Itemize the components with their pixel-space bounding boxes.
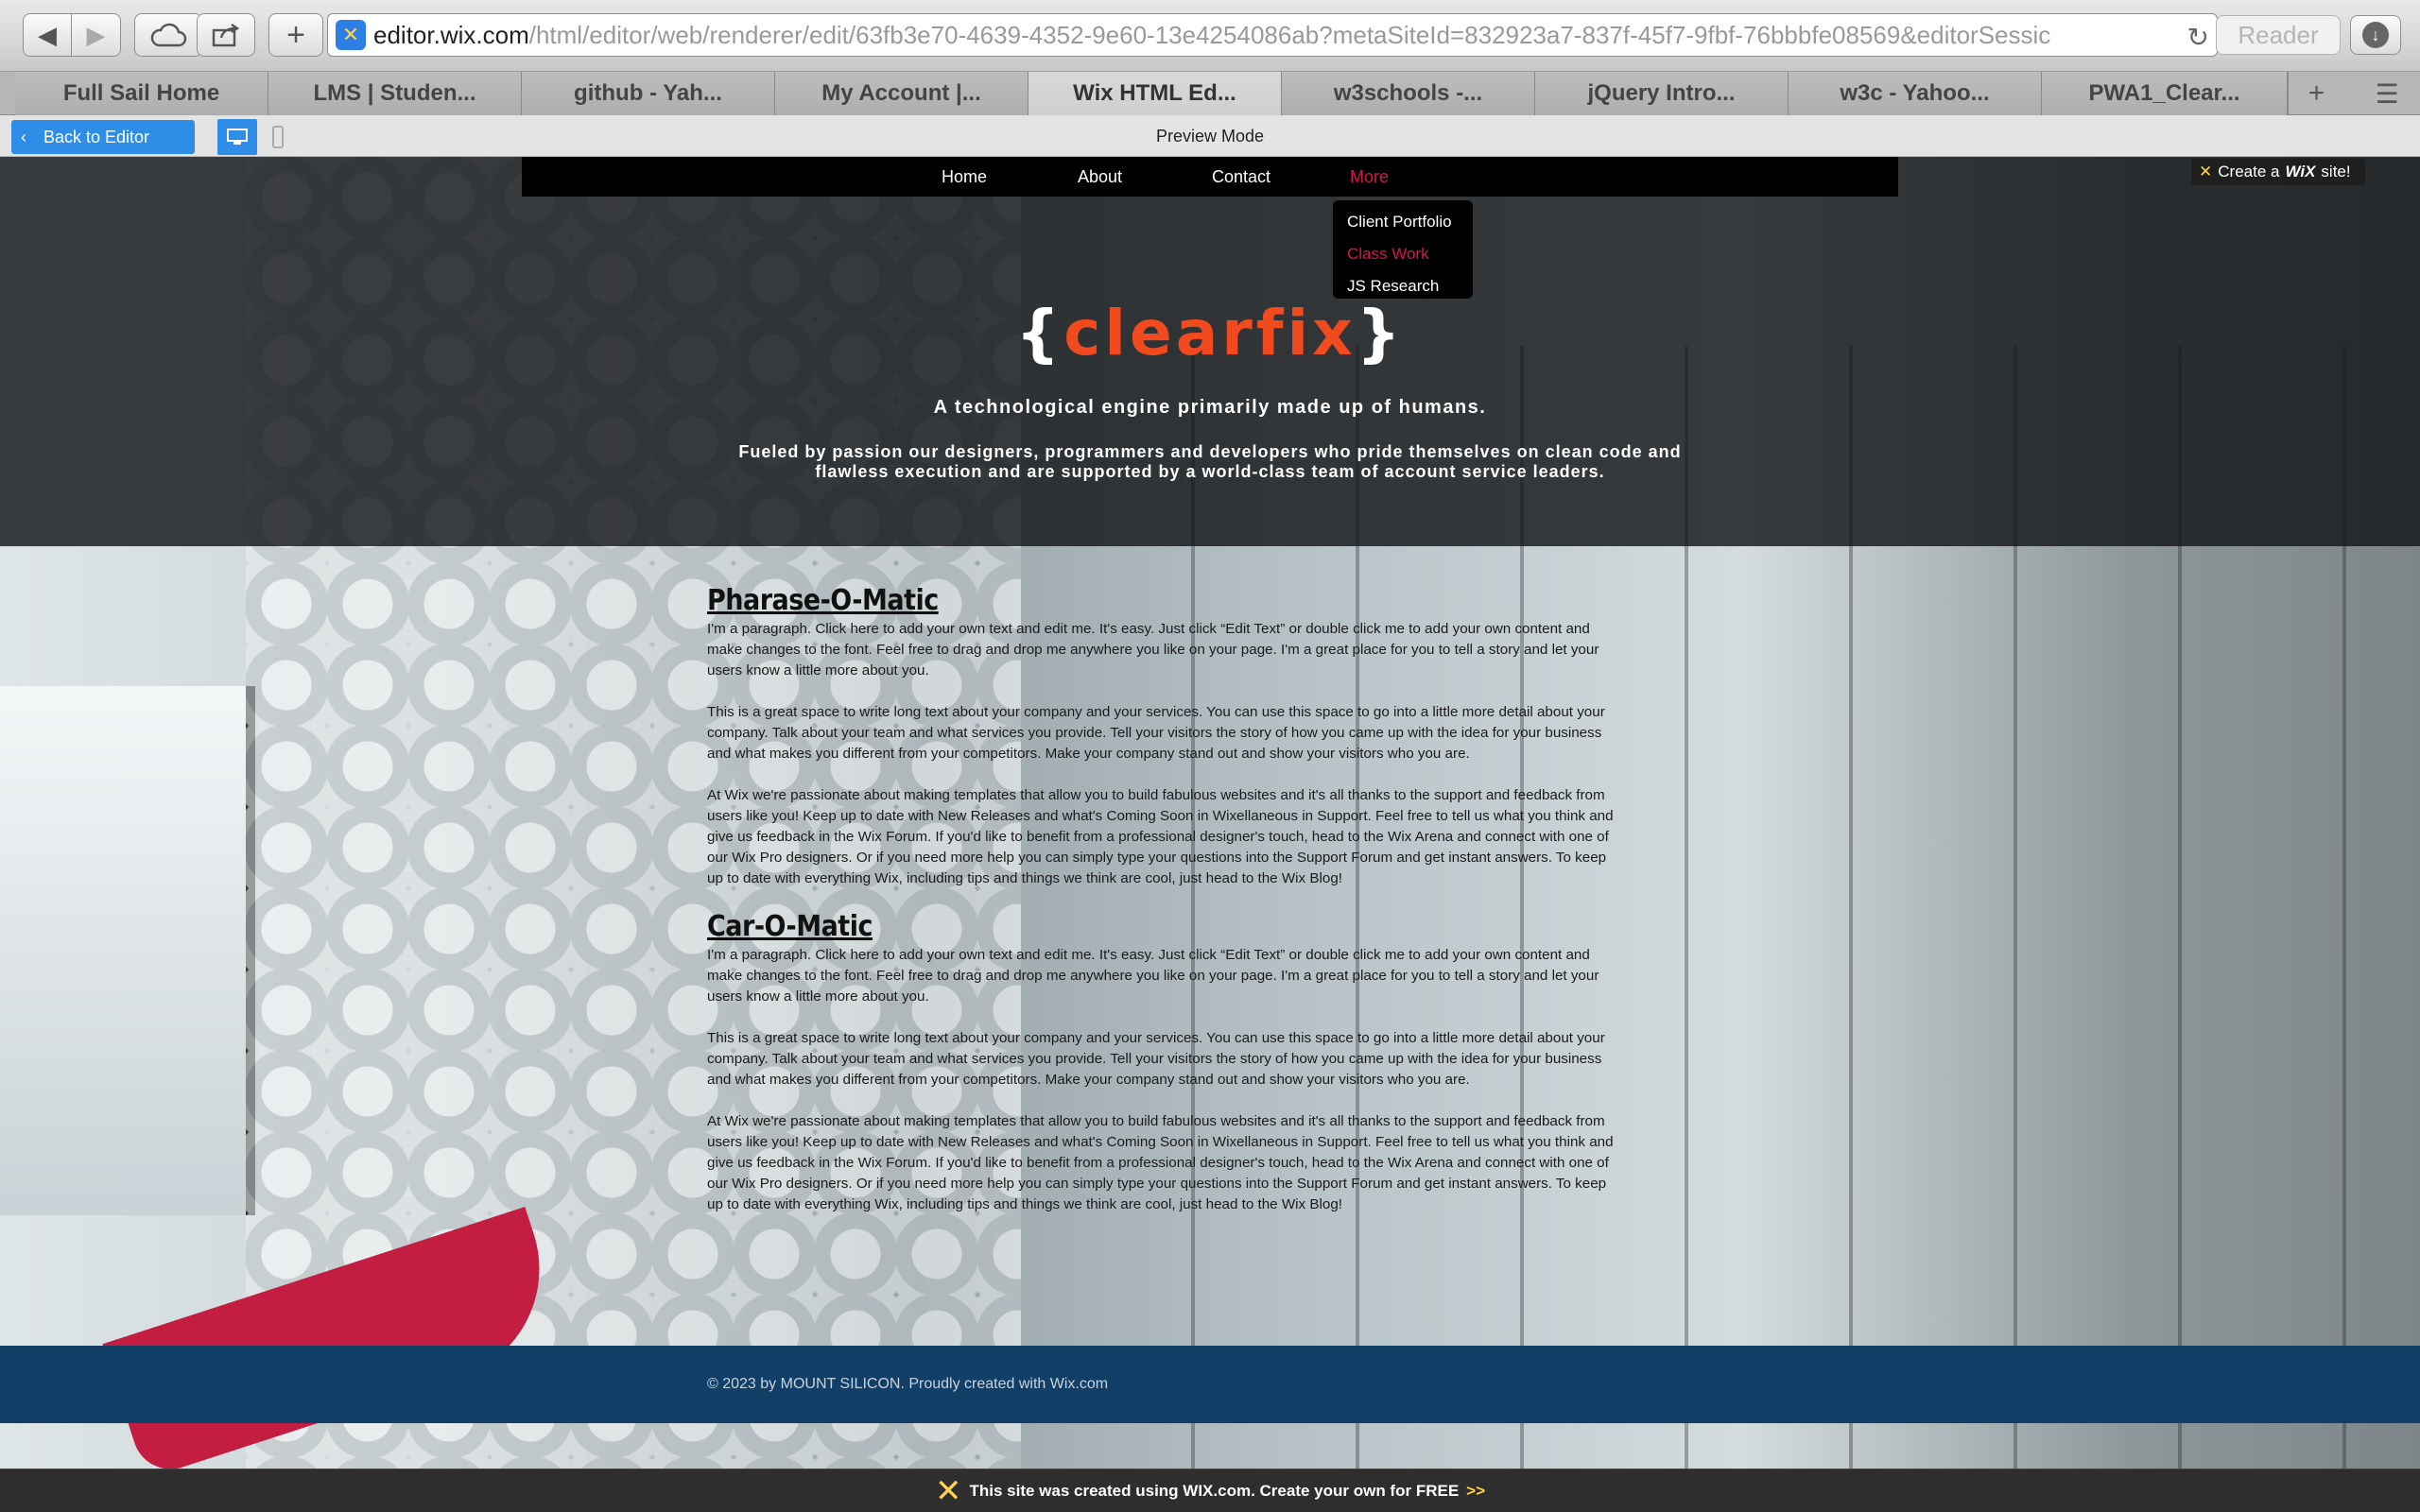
tab-w3c[interactable]: w3c - Yahoo... xyxy=(1789,72,2042,115)
site-footer: © 2023 by MOUNT SILICON. Proudly created… xyxy=(0,1346,2420,1423)
preview-mode-label: Preview Mode xyxy=(1155,126,1265,146)
new-tab-plus-icon[interactable]: + xyxy=(2288,72,2344,115)
logo-brace-close: } xyxy=(1356,297,1405,369)
wix-logo-icon: ✕ xyxy=(934,1473,962,1509)
browser-window: ◀ ▶ + ✕ editor.wix.com/html/editor/web/r… xyxy=(0,0,2420,1512)
url-text: editor.wix.com/html/editor/web/renderer/… xyxy=(373,21,2050,50)
back-to-editor-button[interactable]: ‹ Back to Editor xyxy=(11,120,195,154)
paragraph: I'm a paragraph. Click here to add your … xyxy=(707,947,1599,1005)
paragraph: At Wix we're passionate about making tem… xyxy=(707,1113,1614,1212)
reload-icon[interactable]: ↻ xyxy=(2187,22,2209,53)
site-menu: Home About Contact More xyxy=(522,157,1898,197)
url-path: /html/editor/web/renderer/edit/63fb3e70-… xyxy=(528,20,2051,49)
dropdown-item-client-portfolio[interactable]: Client Portfolio xyxy=(1347,208,1452,236)
tab-w3schools[interactable]: w3schools -... xyxy=(1282,72,1535,115)
url-host: editor.wix.com xyxy=(373,20,529,49)
create-wix-site-badge[interactable]: ✕ Create a WiX site! xyxy=(2191,159,2365,185)
section-car-o-matic: Car-O-Matic I'm a paragraph. Click here … xyxy=(707,910,1626,1215)
menu-item-home[interactable]: Home xyxy=(942,157,987,197)
tab-pwa1[interactable]: PWA1_Clear... xyxy=(2042,72,2288,115)
forward-button[interactable]: ▶ xyxy=(72,13,121,57)
tab-lms[interactable]: LMS | Studen... xyxy=(268,72,522,115)
banner-content: ✕ This site was created using WIX.com. C… xyxy=(0,1469,2420,1512)
cloud-icon xyxy=(150,23,187,47)
footer-copyright: © 2023 by MOUNT SILICON. Proudly created… xyxy=(707,1376,1109,1392)
menu-item-more[interactable]: More xyxy=(1350,157,1389,197)
preview-bar: ‹ Back to Editor Preview Mode xyxy=(0,115,2420,157)
tab-my-account[interactable]: My Account |... xyxy=(775,72,1028,115)
badge-brand: WiX xyxy=(2285,163,2316,180)
icloud-tabs-button[interactable] xyxy=(134,13,202,57)
chevron-left-icon: ◀ xyxy=(38,20,57,49)
mobile-view-button[interactable] xyxy=(265,121,291,153)
badge-prefix: Create a xyxy=(2218,163,2280,180)
tab-bar: Full Sail Home LMS | Studen... github - … xyxy=(0,72,2420,115)
address-bar[interactable]: ✕ editor.wix.com/html/editor/web/rendere… xyxy=(327,13,2218,57)
hero-tagline: A technological engine primarily made up… xyxy=(933,397,1487,418)
download-icon: ↓ xyxy=(2362,22,2389,48)
main-content: Pharase-O-Matic I'm a paragraph. Click h… xyxy=(707,584,1626,1236)
share-icon xyxy=(212,24,240,47)
back-to-editor-label: Back to Editor xyxy=(43,127,150,146)
section-pharase-o-matic: Pharase-O-Matic I'm a paragraph. Click h… xyxy=(707,584,1626,889)
downloads-button[interactable]: ↓ xyxy=(2350,15,2401,55)
new-tab-button[interactable]: + xyxy=(268,13,323,57)
browser-toolbar: ◀ ▶ + ✕ editor.wix.com/html/editor/web/r… xyxy=(0,0,2420,72)
badge-suffix: site! xyxy=(2321,163,2351,180)
banner-text: This site was created using WIX.com. Cre… xyxy=(969,1482,1460,1500)
paragraph: This is a great space to write long text… xyxy=(707,1030,1605,1088)
background-window xyxy=(0,686,255,1215)
desktop-view-button[interactable] xyxy=(217,119,257,155)
tab-full-sail[interactable]: Full Sail Home xyxy=(15,72,268,115)
plus-icon: + xyxy=(286,16,305,53)
wix-star-icon: ✕ xyxy=(2199,163,2213,180)
tab-wix-editor[interactable]: Wix HTML Ed... xyxy=(1028,72,1282,115)
wix-ad-banner[interactable]: ✕ This site was created using WIX.com. C… xyxy=(0,1469,2420,1512)
reader-button[interactable]: Reader xyxy=(2216,15,2341,55)
logo-word: clearfix xyxy=(1063,297,1357,369)
menu-item-about[interactable]: About xyxy=(1078,157,1122,197)
share-button[interactable] xyxy=(197,13,255,57)
tab-github[interactable]: github - Yah... xyxy=(522,72,775,115)
tab-jquery[interactable]: jQuery Intro... xyxy=(1535,72,1789,115)
more-dropdown: Client Portfolio Class Work JS Research xyxy=(1333,200,1473,299)
site-logo: {clearfix} xyxy=(0,297,2420,369)
hero-subline: Fueled by passion our designers, program… xyxy=(738,442,1682,481)
logo-brace-open: { xyxy=(1015,297,1064,369)
tab-list-icon[interactable]: ☰ xyxy=(2354,72,2420,115)
paragraph: This is a great space to write long text… xyxy=(707,704,1605,762)
menu-item-contact[interactable]: Contact xyxy=(1212,157,1270,197)
desktop-icon xyxy=(227,129,248,145)
wix-favicon-icon: ✕ xyxy=(336,20,366,50)
mobile-icon xyxy=(272,126,284,148)
dropdown-item-class-work[interactable]: Class Work xyxy=(1347,240,1429,268)
banner-cta[interactable]: >> xyxy=(1466,1482,1485,1501)
section-title: Car-O-Matic xyxy=(707,910,873,943)
site-page: Home About Contact More Client Portfolio… xyxy=(0,157,2420,1469)
back-button[interactable]: ◀ xyxy=(23,13,72,57)
chevron-right-icon: ▶ xyxy=(86,20,106,49)
paragraph: At Wix we're passionate about making tem… xyxy=(707,787,1614,886)
chevron-left-icon: ‹ xyxy=(21,127,26,146)
section-title: Pharase-O-Matic xyxy=(707,584,939,617)
paragraph: I'm a paragraph. Click here to add your … xyxy=(707,621,1599,679)
